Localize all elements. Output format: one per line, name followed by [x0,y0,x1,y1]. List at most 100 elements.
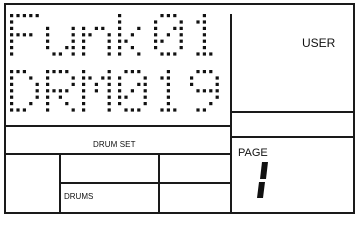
lcd-pixel [82,82,86,86]
lcd-pixel [107,108,111,112]
drums-label: DRUMS [64,192,94,201]
lcd-pixel [82,102,86,106]
lcd-pixel [130,89,134,93]
lcd-pixel [82,46,86,50]
lcd-pixel [137,108,141,112]
lcd-pixel [137,70,141,74]
lcd-pixel [196,52,200,56]
lcd-pixel [29,76,33,80]
lcd-pixel [82,26,86,30]
lcd-pixel [202,33,206,37]
lcd-pixel [143,82,147,86]
lcd-pixel [118,95,122,99]
lcd-pixel [173,108,177,112]
lcd-pixel [52,70,56,74]
lcd-pixel [10,39,14,43]
lcd-pixel [88,33,92,37]
lcd-pixel [202,26,206,30]
lcd-pixel [46,82,50,86]
lcd-pixel [154,46,158,50]
lcd-pixel [124,70,128,74]
lcd-pixel [118,20,122,24]
lcd-pixel [10,20,14,24]
page-number-display [246,160,276,205]
lcd-pixel [10,70,14,74]
lcd-pixel [160,108,164,112]
lcd-pixel [166,33,170,37]
lcd-pixel [35,89,39,93]
lcd-pixel [82,89,86,93]
lcd-pixel [196,70,200,74]
lcd-pixel [52,52,56,56]
lcd-pixel [160,52,164,56]
divider-right-lower [231,136,355,138]
lcd-pixel [215,82,219,86]
lcd-pixel [179,39,183,43]
user-label: USER [302,36,336,50]
lcd-pixel [46,95,50,99]
lcd-pixel [190,76,194,80]
lcd-pixel [209,70,213,74]
lcd-pixel [46,46,50,50]
dot-matrix-line-2 [10,66,228,118]
lcd-pixel [107,33,111,37]
lcd-pixel [82,95,86,99]
lcd-display: USER DRUM SET PAGE DRUMS [0,0,359,217]
lcd-pixel [209,89,213,93]
lcd-pixel [166,76,170,80]
lcd-pixel [71,108,75,112]
lcd-pixel [107,52,111,56]
lcd-pixel [107,102,111,106]
divider-left-middle [4,153,231,155]
dot-matrix-line-1-graphic [10,14,213,56]
lcd-pixel [10,52,14,56]
lcd-pixel [35,82,39,86]
lcd-pixel [46,26,50,30]
lcd-pixel [154,33,158,37]
lcd-pixel [82,39,86,43]
lcd-pixel [58,70,62,74]
lcd-pixel [179,26,183,30]
lcd-pixel [10,102,14,106]
lcd-pixel [58,89,62,93]
lcd-pixel [46,89,50,93]
dot-matrix-line-1 [10,10,228,62]
lcd-pixel [16,14,20,18]
lcd-pixel [154,20,158,24]
lcd-pixel [160,76,164,80]
lcd-pixel [10,108,14,112]
lcd-pixel [166,108,170,112]
lcd-pixel [107,95,111,99]
lcd-pixel [94,82,98,86]
lcd-pixel [107,39,111,43]
lcd-pixel [202,52,206,56]
page-number-digit [257,162,268,198]
lcd-pixel [10,95,14,99]
lcd-pixel [71,33,75,37]
lcd-pixel [143,76,147,80]
lcd-pixel [16,70,20,74]
lcd-pixel [160,14,164,18]
lcd-pixel [118,14,122,18]
vertical-divider-left [59,154,61,214]
lcd-pixel [71,26,75,30]
lcd-pixel [160,39,164,43]
lcd-pixel [137,52,141,56]
lcd-pixel [10,26,14,30]
lcd-pixel [215,95,219,99]
lcd-pixel [118,76,122,80]
lcd-pixel [118,39,122,43]
lcd-pixel [10,76,14,80]
lcd-pixel [22,33,26,37]
lcd-pixel [166,14,170,18]
lcd-pixel [124,95,128,99]
lcd-pixel [215,76,219,80]
lcd-pixel [71,46,75,50]
lcd-pixel [101,26,105,30]
lcd-pixel [82,76,86,80]
lcd-pixel [29,33,33,37]
lcd-pixel [29,102,33,106]
lcd-pixel [88,76,92,80]
lcd-pixel [190,82,194,86]
lcd-pixel [46,108,50,112]
